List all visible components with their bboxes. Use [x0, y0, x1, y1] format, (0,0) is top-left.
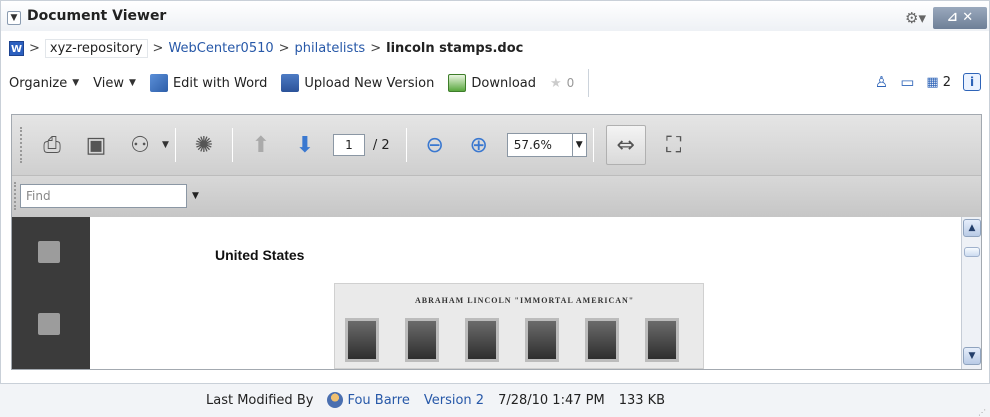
window-buttons[interactable]: ⊿ ✕	[933, 7, 987, 29]
download-icon	[448, 74, 467, 92]
document-viewer-panel: ▼ Document Viewer ⚙▾ ⊿ ✕ W > xyz-reposit…	[0, 0, 990, 384]
chevron-down-icon: ▼	[72, 78, 80, 88]
zoom-in-icon[interactable]: ⊕	[463, 129, 495, 161]
chevron-down-icon[interactable]: ▼	[572, 133, 587, 157]
people-icon[interactable]: ♙	[875, 73, 888, 91]
upload-version-icon	[281, 74, 300, 92]
toolbar-grip[interactable]	[20, 127, 24, 163]
document-heading: United States	[215, 247, 305, 263]
fit-page-icon[interactable]: ⛶	[658, 129, 690, 161]
panel-right-icons: ♙ ▭ ▦ 2 i	[875, 73, 981, 91]
page-number-input[interactable]: 1	[332, 134, 365, 156]
find-input[interactable]: Find	[20, 184, 187, 208]
next-page-icon[interactable]: ⬇	[289, 129, 321, 161]
stamp	[645, 318, 679, 362]
stamp	[405, 318, 439, 362]
stamp	[465, 318, 499, 362]
download-label: Download	[471, 75, 536, 91]
zoom-out-icon[interactable]: ⊖	[419, 129, 451, 161]
view-label: View	[93, 75, 125, 91]
user-icon	[327, 392, 344, 408]
chevron-down-icon: ▼	[129, 78, 136, 88]
panel-title: Document Viewer	[27, 8, 167, 24]
scroll-up-icon[interactable]: ▲	[963, 219, 981, 237]
zoom-input[interactable]: 57.6%	[506, 133, 573, 157]
fit-width-icon[interactable]: ⇔	[605, 125, 646, 165]
breadcrumb-current-file: lincoln stamps.doc	[386, 40, 524, 56]
edit-with-word-label: Edit with Word	[172, 75, 268, 91]
word-doc-icon: W	[9, 40, 24, 56]
comment-icon[interactable]: ▭	[900, 73, 914, 91]
star-icon: ★	[550, 75, 562, 91]
rating-count: 0	[566, 76, 575, 90]
download-button[interactable]: Download	[448, 74, 536, 92]
user-link[interactable]: Fou Barre	[327, 392, 410, 408]
organize-label: Organize	[9, 75, 68, 91]
attachments-icon: ▦	[926, 74, 939, 90]
stamp-image-caption: ABRAHAM LINCOLN "IMMORTAL AMERICAN"	[415, 296, 635, 305]
stamp	[525, 318, 559, 362]
document-page: United States ABRAHAM LINCOLN "IMMORTAL …	[90, 217, 961, 369]
upload-new-version-label: Upload New Version	[304, 75, 435, 91]
action-menubar: Organize ▼ View ▼ Edit with Word Upload …	[1, 63, 989, 103]
upload-new-version-button[interactable]: Upload New Version	[281, 74, 434, 92]
scroll-down-icon[interactable]: ▼	[963, 347, 981, 365]
find-toolbar: Find ▼	[12, 175, 981, 217]
page-total: / 2	[372, 137, 390, 153]
organize-menu[interactable]: Organize ▼	[9, 76, 79, 91]
vertical-scrollbar[interactable]: ▲ ▼	[961, 217, 981, 369]
binoculars-icon[interactable]	[38, 313, 60, 335]
attachments-count: 2	[942, 74, 951, 90]
edit-word-icon	[149, 74, 168, 92]
viewer-toolbar: ⎙ ▣ ⚇ ▼ ✺ ⬆ ⬇ 1 / 2 ⊖ ⊕ 57.6% ▼ ⇔ ⛶	[12, 115, 981, 175]
stamp-image: ABRAHAM LINCOLN "IMMORTAL AMERICAN"	[334, 283, 704, 369]
collapse-toggle-icon[interactable]: ▼	[7, 11, 21, 25]
info-icon[interactable]: i	[963, 73, 981, 91]
last-modified-label: Last Modified By	[206, 392, 314, 408]
print-icon[interactable]: ⎙	[36, 129, 68, 161]
breadcrumb-item-webcenter[interactable]: WebCenter0510	[168, 41, 273, 56]
document-footer: Last Modified By Fou Barre Version 2 7/2…	[206, 392, 665, 408]
gear-icon[interactable]: ⚙▾	[905, 9, 926, 27]
user-name: Fou Barre	[347, 392, 410, 408]
scroll-thumb[interactable]	[964, 247, 980, 257]
panel-titlebar: ▼ Document Viewer ⚙▾ ⊿ ✕	[1, 1, 989, 31]
toolbar-grip[interactable]	[14, 182, 17, 210]
breadcrumb-item-repository[interactable]: xyz-repository	[44, 38, 148, 58]
annotate-icon[interactable]: ✺	[188, 129, 220, 161]
attachments-button[interactable]: ▦ 2	[926, 75, 951, 90]
chevron-down-icon[interactable]: ▼	[162, 140, 169, 150]
view-menu[interactable]: View ▼	[93, 76, 136, 91]
breadcrumb-item-philatelists[interactable]: philatelists	[295, 41, 366, 56]
pages-icon[interactable]	[38, 241, 60, 263]
divider	[588, 69, 590, 97]
stamp	[345, 318, 379, 362]
stamp	[585, 318, 619, 362]
breadcrumb: W > xyz-repository > WebCenter0510 > phi…	[9, 38, 524, 58]
save-icon[interactable]: ▣	[80, 129, 112, 161]
document-viewer: ⎙ ▣ ⚇ ▼ ✺ ⬆ ⬇ 1 / 2 ⊖ ⊕ 57.6% ▼ ⇔ ⛶ Find…	[11, 114, 982, 370]
resize-handle-icon[interactable]: ⋰	[978, 408, 986, 417]
rating[interactable]: ★ 0	[550, 76, 574, 91]
chevron-down-icon[interactable]: ▼	[192, 184, 199, 208]
modified-date: 7/28/10 1:47 PM	[498, 392, 605, 408]
viewer-sidebar	[12, 217, 90, 369]
file-size: 133 KB	[618, 392, 666, 408]
previous-page-icon[interactable]: ⬆	[245, 129, 277, 161]
share-icon[interactable]: ⚇	[124, 129, 156, 161]
edit-with-word-button[interactable]: Edit with Word	[149, 74, 268, 92]
version-link[interactable]: Version 2	[424, 393, 484, 408]
